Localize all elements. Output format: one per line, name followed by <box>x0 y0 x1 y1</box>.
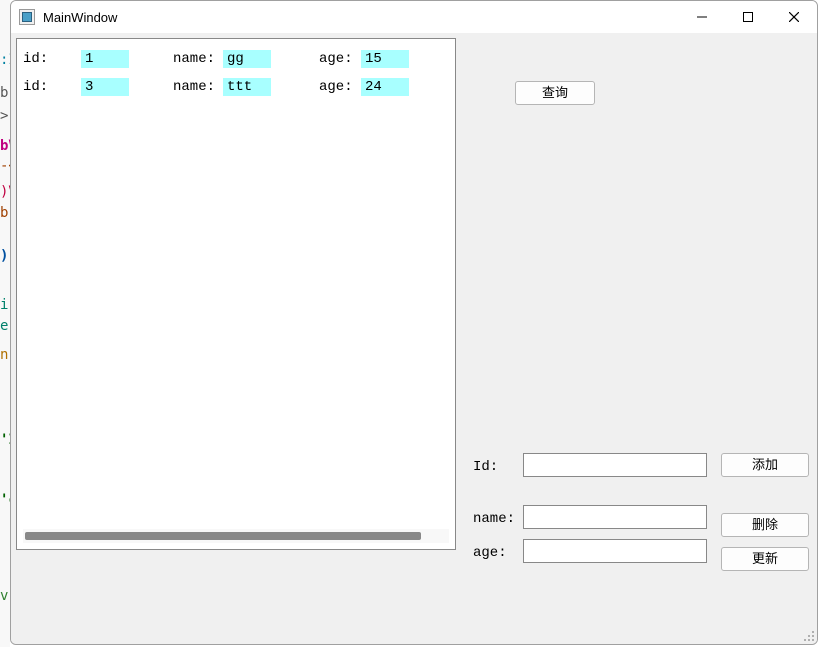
row-id-label: id: <box>21 79 81 95</box>
age-input[interactable] <box>523 539 707 563</box>
row-id-label: id: <box>21 51 81 67</box>
scrollbar-thumb[interactable] <box>25 532 421 540</box>
name-label: name: <box>473 511 515 527</box>
delete-button[interactable]: 删除 <box>721 513 809 537</box>
horizontal-scrollbar[interactable] <box>23 529 449 543</box>
row-age-value: 24 <box>361 78 409 96</box>
minimize-icon <box>697 12 707 22</box>
row-name-value: ttt <box>223 78 271 96</box>
minimize-button[interactable] <box>679 1 725 33</box>
close-icon <box>789 12 799 22</box>
titlebar[interactable]: MainWindow <box>11 1 817 33</box>
resize-grip[interactable] <box>801 628 815 642</box>
row-id-value: 3 <box>81 78 129 96</box>
maximize-button[interactable] <box>725 1 771 33</box>
row-age-label: age: <box>317 51 361 67</box>
row-age-value: 15 <box>361 50 409 68</box>
window-title: MainWindow <box>43 10 117 25</box>
name-input[interactable] <box>523 505 707 529</box>
client-area: id: 1 name: gg age: 15 id: 3 name: ttt <box>11 33 817 644</box>
row-age-label: age: <box>317 79 361 95</box>
main-window: MainWindow <box>10 0 818 645</box>
update-button[interactable]: 更新 <box>721 547 809 571</box>
result-row[interactable]: id: 3 name: ttt age: 24 <box>21 73 451 101</box>
result-row[interactable]: id: 1 name: gg age: 15 <box>21 45 451 73</box>
app-icon <box>19 9 35 25</box>
row-id-value: 1 <box>81 50 129 68</box>
resize-grip-icon <box>801 628 815 642</box>
id-label: Id: <box>473 459 498 475</box>
row-name-value: gg <box>223 50 271 68</box>
close-button[interactable] <box>771 1 817 33</box>
result-list-panel[interactable]: id: 1 name: gg age: 15 id: 3 name: ttt <box>16 38 456 550</box>
query-button[interactable]: 查询 <box>515 81 595 105</box>
ide-gutter: :I b > bV -< )V b ) i e n 'I 'c v <box>0 0 10 647</box>
age-label: age: <box>473 545 507 561</box>
row-name-label: name: <box>171 79 223 95</box>
row-name-label: name: <box>171 51 223 67</box>
maximize-icon <box>743 12 753 22</box>
id-input[interactable] <box>523 453 707 477</box>
add-button[interactable]: 添加 <box>721 453 809 477</box>
result-list: id: 1 name: gg age: 15 id: 3 name: ttt <box>17 39 455 107</box>
window-buttons <box>679 1 817 33</box>
